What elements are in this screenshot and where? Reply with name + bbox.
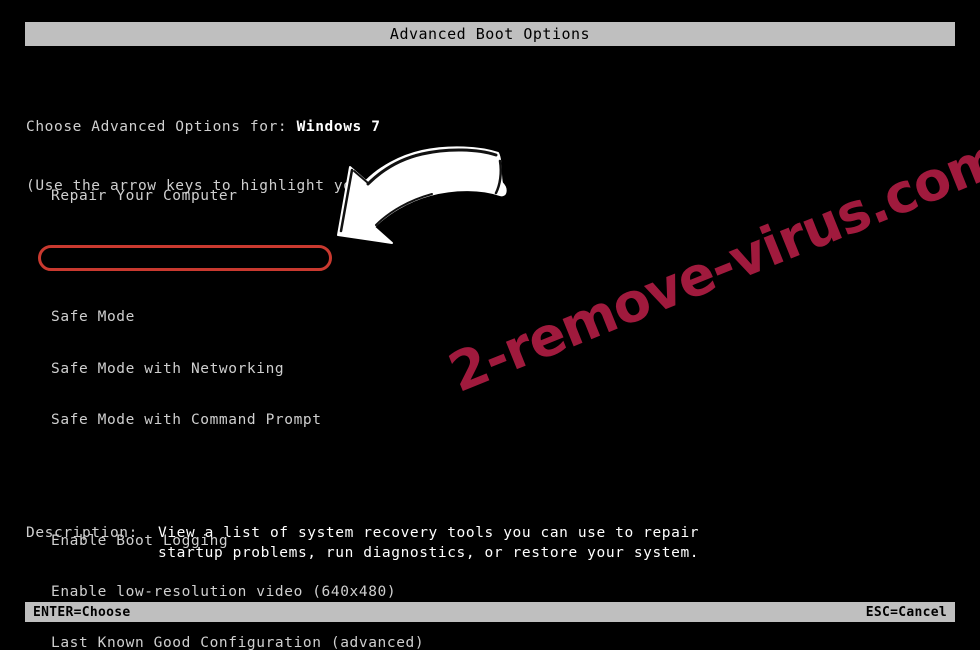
menu-item-repair-your-computer[interactable]: Repair Your Computer (51, 187, 452, 206)
menu-item-last-known-good-configuration[interactable]: Last Known Good Configuration (advanced) (51, 634, 452, 650)
window-title: Advanced Boot Options (389, 25, 591, 43)
menu-item-safe-mode-with-networking[interactable]: Safe Mode with Networking (51, 360, 452, 379)
menu-gap (51, 238, 452, 276)
boot-options-menu: Repair Your Computer Safe Mode Safe Mode… (51, 155, 452, 650)
intro-prefix: Choose Advanced Options for: (26, 119, 297, 135)
description-text: View a list of system recovery tools you… (158, 524, 699, 563)
intro-os-name: Windows 7 (296, 119, 381, 135)
description-line-2: startup problems, run diagnostics, or re… (158, 544, 700, 561)
menu-item-safe-mode-with-command-prompt[interactable]: Safe Mode with Command Prompt (51, 411, 452, 430)
status-bar: ENTER=Choose ESC=Cancel (25, 602, 955, 622)
watermark-text: 2-remove-virus.com (440, 125, 980, 405)
intro-line-os: Choose Advanced Options for: Windows 7 (26, 118, 455, 138)
window-title-bar: Advanced Boot Options (25, 22, 955, 46)
status-esc-cancel[interactable]: ESC=Cancel (866, 605, 947, 620)
description-label: Description: (26, 525, 138, 541)
menu-item-safe-mode[interactable]: Safe Mode (51, 308, 452, 327)
description-line-1: View a list of system recovery tools you… (158, 525, 700, 541)
description-block: Description: View a list of system recov… (26, 524, 699, 602)
advanced-boot-options-screen: Advanced Boot Options Choose Advanced Op… (0, 0, 980, 650)
site-watermark: 2-remove-virus.com (440, 125, 980, 416)
status-enter-choose[interactable]: ENTER=Choose (33, 605, 131, 620)
menu-item-enable-low-resolution-video[interactable]: Enable low-resolution video (640x480) (51, 583, 452, 602)
menu-gap (51, 463, 452, 500)
